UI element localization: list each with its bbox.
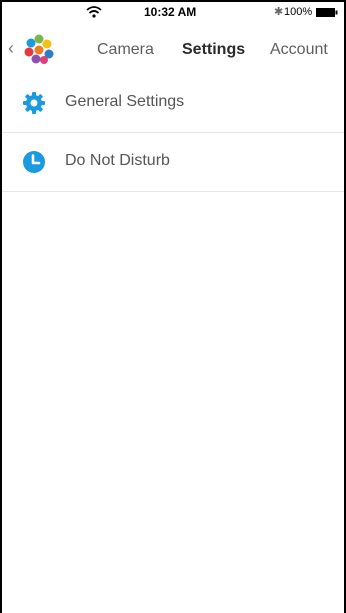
gear-icon	[23, 92, 45, 114]
settings-list: General Settings Do Not Disturb	[2, 74, 344, 192]
battery-percentage: 100%	[284, 6, 313, 18]
tab-account[interactable]: Account	[270, 41, 328, 59]
list-item-general-settings[interactable]: General Settings	[2, 74, 344, 133]
clock-icon	[23, 151, 45, 173]
bluetooth-icon: ✱	[274, 6, 284, 18]
wifi-icon	[86, 6, 102, 18]
nav-bar: ‹ Camera Settings Account	[2, 24, 344, 72]
battery-icon	[316, 8, 338, 17]
app-logo[interactable]	[22, 33, 56, 65]
app-screen: 10:32 AM ✱ 100% ‹ Camera Settings Accoun…	[0, 0, 346, 613]
status-bar: 10:32 AM ✱ 100%	[2, 2, 344, 24]
list-item-do-not-disturb[interactable]: Do Not Disturb	[2, 133, 344, 192]
tab-settings[interactable]: Settings	[182, 41, 245, 59]
general-settings-label: General Settings	[65, 93, 185, 110]
back-chevron-icon[interactable]: ‹	[8, 39, 14, 57]
tab-camera[interactable]: Camera	[97, 41, 154, 59]
status-time: 10:32 AM	[144, 5, 197, 19]
do-not-disturb-label: Do Not Disturb	[65, 152, 170, 169]
